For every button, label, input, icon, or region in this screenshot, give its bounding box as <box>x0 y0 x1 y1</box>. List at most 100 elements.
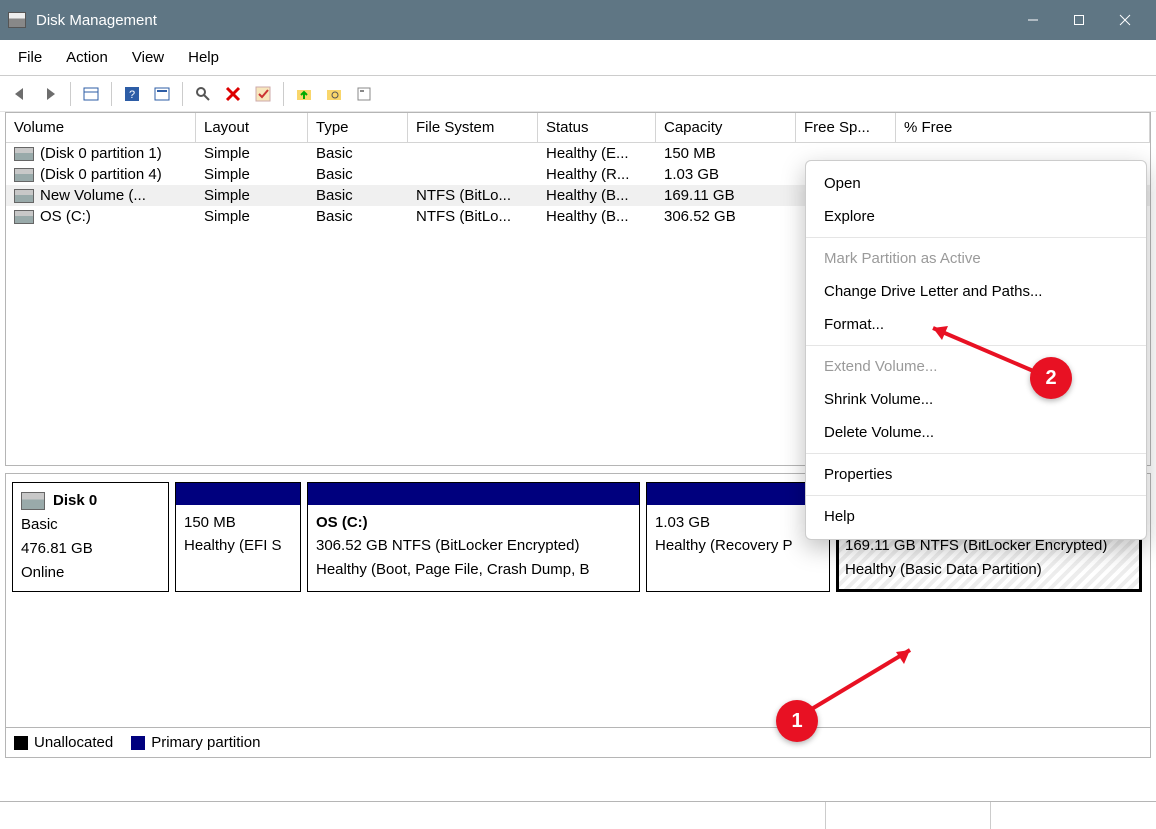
back-icon[interactable] <box>6 80 34 108</box>
cell-type: Basic <box>308 206 408 227</box>
cell-fs: NTFS (BitLo... <box>408 185 538 206</box>
disk-size: 476.81 GB <box>21 537 160 561</box>
col-layout[interactable]: Layout <box>196 113 308 143</box>
cell-status: Healthy (B... <box>538 185 656 206</box>
cell-fs: NTFS (BitLo... <box>408 206 538 227</box>
cell-cap: 169.11 GB <box>656 185 796 206</box>
volume-list-header: Volume Layout Type File System Status Ca… <box>6 113 1150 143</box>
up-folder-icon[interactable] <box>290 80 318 108</box>
cell-layout: Simple <box>196 206 308 227</box>
partition-stripe <box>647 483 829 505</box>
toolbar-separator <box>182 82 183 106</box>
cell-status: Healthy (R... <box>538 164 656 185</box>
cell-cap: 150 MB <box>656 143 796 164</box>
ctx-format[interactable]: Format... <box>806 308 1146 341</box>
cell-type: Basic <box>308 185 408 206</box>
ctx-help[interactable]: Help <box>806 500 1146 533</box>
ctx-shrink[interactable]: Shrink Volume... <box>806 383 1146 416</box>
menu-file[interactable]: File <box>6 43 54 72</box>
cell-layout: Simple <box>196 164 308 185</box>
cell-cap: 306.52 GB <box>656 206 796 227</box>
partition-stripe <box>308 483 639 505</box>
menu-help[interactable]: Help <box>176 43 231 72</box>
ctx-properties[interactable]: Properties <box>806 458 1146 491</box>
show-hide-icon[interactable] <box>77 80 105 108</box>
ctx-separator <box>806 345 1146 346</box>
partition-size: 1.03 GB <box>655 511 821 534</box>
toolbar-separator <box>283 82 284 106</box>
menu-bar: File Action View Help <box>0 40 1156 76</box>
cell-cap: 1.03 GB <box>656 164 796 185</box>
menu-view[interactable]: View <box>120 43 176 72</box>
cell-status: Healthy (B... <box>538 206 656 227</box>
maximize-button[interactable] <box>1056 0 1102 40</box>
annotation-badge-2: 2 <box>1030 357 1072 399</box>
col-type[interactable]: Type <box>308 113 408 143</box>
partition-title: OS (C:) <box>316 511 631 534</box>
legend: Unallocated Primary partition <box>6 727 1150 757</box>
window-controls <box>1010 0 1148 40</box>
window-title: Disk Management <box>36 12 1010 29</box>
cell-layout: Simple <box>196 185 308 206</box>
cell-volume: OS (C:) <box>40 208 91 225</box>
disk-state: Online <box>21 561 160 585</box>
app-icon <box>8 12 26 28</box>
svg-text:?: ? <box>129 89 135 101</box>
delete-icon[interactable] <box>219 80 247 108</box>
partition-status: Healthy (Basic Data Partition) <box>845 558 1133 581</box>
annotation-badge-1: 1 <box>776 700 818 742</box>
disk-type: Basic <box>21 513 160 537</box>
partition-size: 150 MB <box>184 511 292 534</box>
disk-info[interactable]: Disk 0 Basic 476.81 GB Online <box>12 482 169 592</box>
drive-icon <box>14 189 34 203</box>
partition-status: Healthy (EFI S <box>184 534 292 557</box>
toolbar-separator <box>111 82 112 106</box>
properties-icon[interactable] <box>350 80 378 108</box>
col-pctfree[interactable]: % Free <box>896 113 1150 143</box>
forward-icon[interactable] <box>36 80 64 108</box>
cell-volume: New Volume (... <box>40 187 146 204</box>
col-volume[interactable]: Volume <box>6 113 196 143</box>
partition-status: Healthy (Recovery P <box>655 534 821 557</box>
check-icon[interactable] <box>249 80 277 108</box>
col-status[interactable]: Status <box>538 113 656 143</box>
title-bar: Disk Management <box>0 0 1156 40</box>
ctx-open[interactable]: Open <box>806 167 1146 200</box>
partition-status: Healthy (Boot, Page File, Crash Dump, B <box>316 558 631 581</box>
ctx-change-letter[interactable]: Change Drive Letter and Paths... <box>806 275 1146 308</box>
disk-name: Disk 0 <box>21 489 160 513</box>
ctx-explore[interactable]: Explore <box>806 200 1146 233</box>
actions-icon[interactable] <box>148 80 176 108</box>
toolbar-separator <box>70 82 71 106</box>
cell-type: Basic <box>308 143 408 164</box>
ctx-separator <box>806 237 1146 238</box>
cell-layout: Simple <box>196 143 308 164</box>
find-folder-icon[interactable] <box>320 80 348 108</box>
cell-volume: (Disk 0 partition 4) <box>40 166 162 183</box>
legend-swatch-primary <box>131 736 145 750</box>
cell-volume: (Disk 0 partition 1) <box>40 145 162 162</box>
legend-primary: Primary partition <box>151 734 260 751</box>
partition[interactable]: 1.03 GB Healthy (Recovery P <box>646 482 830 592</box>
ctx-mark-active: Mark Partition as Active <box>806 242 1146 275</box>
ctx-extend: Extend Volume... <box>806 350 1146 383</box>
cell-fs <box>408 164 538 185</box>
ctx-separator <box>806 453 1146 454</box>
legend-unallocated: Unallocated <box>34 734 113 751</box>
col-filesys[interactable]: File System <box>408 113 538 143</box>
cell-fs <box>408 143 538 164</box>
partition[interactable]: 150 MB Healthy (EFI S <box>175 482 301 592</box>
col-free[interactable]: Free Sp... <box>796 113 896 143</box>
drive-icon <box>14 168 34 182</box>
minimize-button[interactable] <box>1010 0 1056 40</box>
col-capacity[interactable]: Capacity <box>656 113 796 143</box>
ctx-delete[interactable]: Delete Volume... <box>806 416 1146 449</box>
drive-icon <box>14 210 34 224</box>
partition[interactable]: OS (C:) 306.52 GB NTFS (BitLocker Encryp… <box>307 482 640 592</box>
rescan-icon[interactable] <box>189 80 217 108</box>
close-button[interactable] <box>1102 0 1148 40</box>
cell-type: Basic <box>308 164 408 185</box>
status-bar <box>0 801 1156 829</box>
menu-action[interactable]: Action <box>54 43 120 72</box>
help-icon[interactable]: ? <box>118 80 146 108</box>
